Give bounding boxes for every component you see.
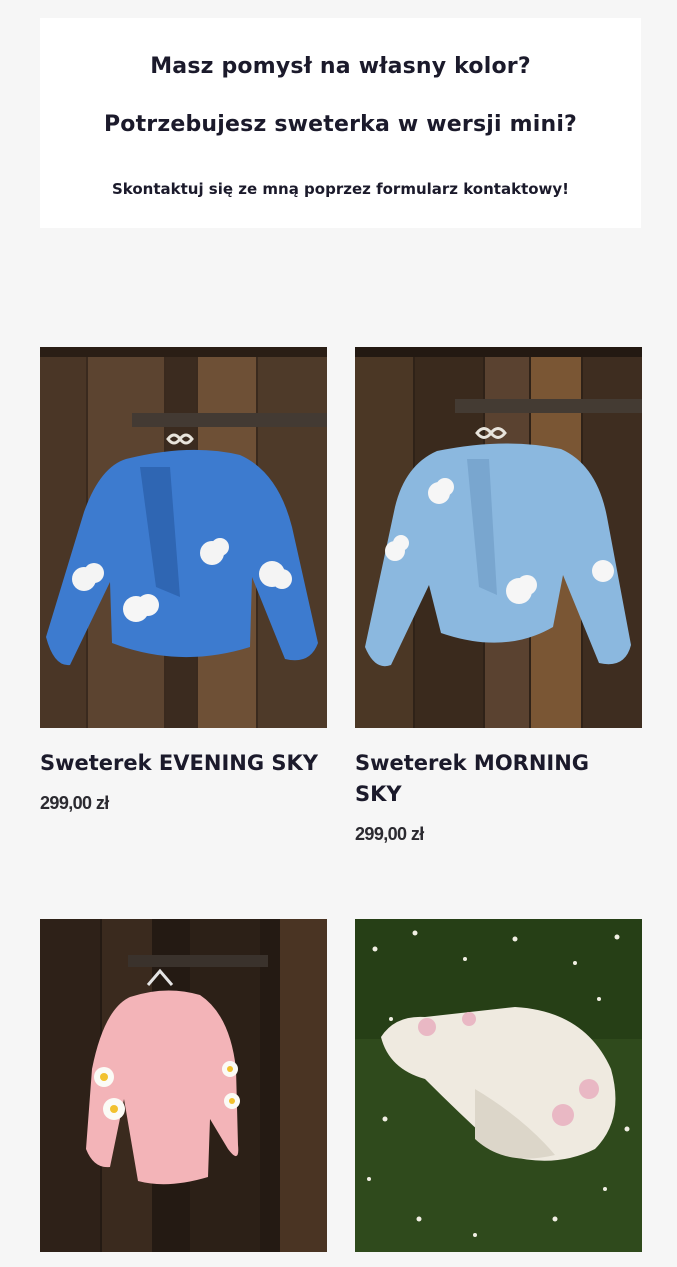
product-image[interactable] — [40, 347, 327, 728]
product-image[interactable] — [355, 919, 642, 1252]
product-image[interactable] — [40, 919, 327, 1252]
product-title[interactable]: Sweterek MORNING SKY — [355, 748, 635, 810]
product-title[interactable]: Sweterek EVENING SKY — [40, 748, 320, 779]
product-card-evening-sky[interactable]: Sweterek EVENING SKY 299,00 zł — [40, 347, 327, 814]
contact-promo-box: Masz pomysł na własny kolor? Potrzebujes… — [40, 18, 641, 228]
product-card-morning-sky[interactable]: Sweterek MORNING SKY 299,00 zł — [355, 347, 642, 845]
product-image[interactable] — [355, 347, 642, 728]
product-price: 299,00 zł — [40, 793, 109, 813]
promo-question-mini: Potrzebujesz sweterka w wersji mini? — [103, 112, 578, 137]
promo-contact-cta: Skontaktuj się ze mną poprzez formularz … — [111, 180, 570, 198]
product-card-pink[interactable] — [40, 919, 327, 1252]
product-price: 299,00 zł — [355, 824, 424, 844]
promo-question-color: Masz pomysł na własny kolor? — [150, 54, 531, 79]
product-card-cream[interactable] — [355, 919, 642, 1252]
